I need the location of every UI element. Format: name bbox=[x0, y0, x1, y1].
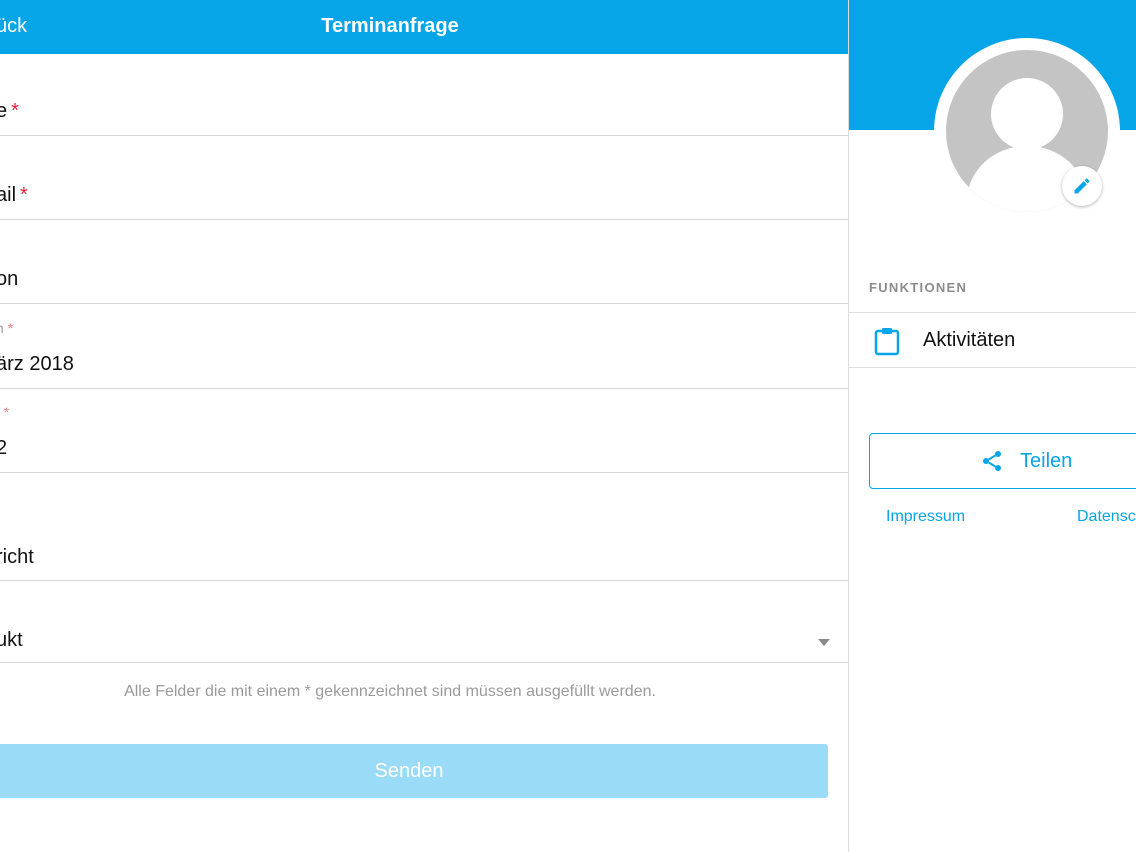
required-marker: * bbox=[3, 404, 10, 420]
dropdown-caret-icon[interactable] bbox=[818, 639, 830, 646]
field-floating-label: t* bbox=[0, 404, 9, 420]
form-panel: ück Terminanfrage e* ail* on n* ärz 2018… bbox=[0, 0, 848, 852]
form-field-email[interactable]: ail * bbox=[0, 136, 848, 220]
form-field-time[interactable]: t* 2 bbox=[0, 389, 848, 473]
share-label: Teilen bbox=[1020, 450, 1073, 472]
form-field-phone[interactable]: on bbox=[0, 220, 848, 304]
field-floating-label: n* bbox=[0, 320, 13, 336]
edit-avatar-button[interactable] bbox=[1062, 166, 1102, 206]
pencil-icon bbox=[1074, 178, 1090, 194]
required-marker: * bbox=[7, 320, 14, 336]
field-value: ärz 2018 bbox=[0, 353, 74, 375]
form-field-message[interactable]: richt bbox=[0, 473, 848, 581]
form-field-name[interactable]: e * bbox=[0, 54, 848, 136]
field-label: ail * bbox=[0, 184, 28, 206]
privacy-link[interactable]: Datensc bbox=[1077, 508, 1136, 526]
send-button[interactable]: Senden bbox=[0, 744, 828, 798]
menu-item-activities[interactable]: Aktivitäten bbox=[849, 312, 1136, 368]
required-fields-hint: Alle Felder die mit einem * gekennzeichn… bbox=[124, 683, 656, 700]
profile-panel: FUNKTIONEN Aktivitäten Teilen Impressum … bbox=[848, 0, 1136, 852]
page-title: Terminanfrage bbox=[321, 15, 459, 37]
share-icon bbox=[983, 451, 1001, 471]
clipboard-icon bbox=[874, 328, 900, 356]
top-bar: ück Terminanfrage bbox=[0, 0, 848, 54]
required-marker: * bbox=[11, 100, 19, 122]
field-label: richt bbox=[0, 546, 34, 568]
field-label: e * bbox=[0, 100, 19, 122]
field-value: 2 bbox=[0, 437, 8, 459]
field-label: on bbox=[0, 268, 19, 290]
field-label: ukt bbox=[0, 629, 23, 651]
section-title: FUNKTIONEN bbox=[869, 280, 968, 295]
product-select[interactable]: ukt bbox=[0, 581, 848, 663]
share-button[interactable]: Teilen bbox=[869, 433, 1136, 489]
menu-item-label: Aktivitäten bbox=[923, 329, 1016, 351]
form-field-date[interactable]: n* ärz 2018 bbox=[0, 304, 848, 389]
avatar-placeholder-icon bbox=[991, 78, 1063, 150]
impressum-link[interactable]: Impressum bbox=[886, 508, 965, 526]
required-marker: * bbox=[20, 184, 28, 206]
